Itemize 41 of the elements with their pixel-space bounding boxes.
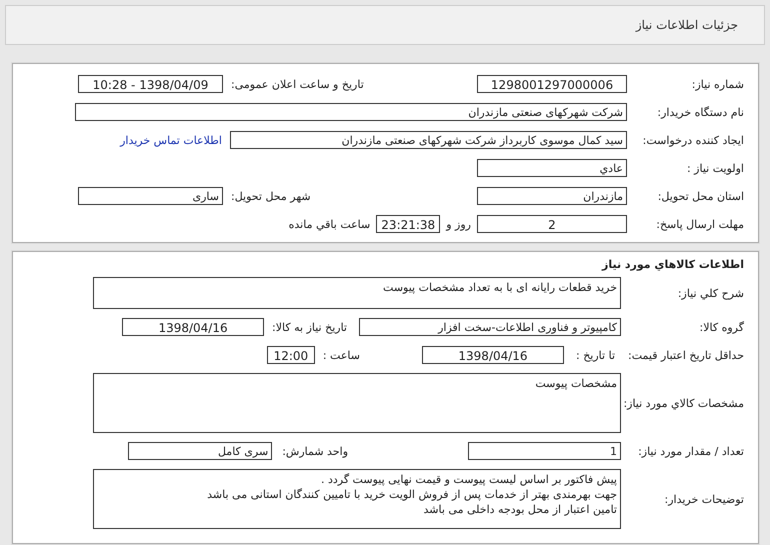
page-title: جزئیات اطلاعات نیاز [636,18,738,32]
priority-field: عادي [477,159,627,177]
description-box: خرید قطعات رایانه ای با به تعداد مشخصات پیوست [93,277,621,309]
need-date-field: 1398/04/16 [122,318,264,336]
section-title: اطلاعات کالاهاي مورد نياز [600,258,745,271]
days-label: روز و [446,218,471,230]
field-label: تعداد / مقدار مورد نیاز: [637,444,745,458]
field-label: تاریخ نیاز به کالا: [272,320,347,334]
time-field: 23:21:38 [376,215,440,233]
unit-field: سری کامل [128,442,272,460]
announce-date-field: 1398/04/09 - 10:28 [78,75,223,93]
requester-field: سید کمال موسوی کاربرداز شرکت شهرکهای صنعتی مازندران [230,131,627,149]
quantity-field: 1 [468,442,621,460]
province-field: مازندران [477,187,627,205]
contact-link[interactable]: اطلاعات تماس خریدار [120,134,222,146]
buyer-org-field: شرکت شهرکهای صنعتی مازندران [75,103,627,121]
field-label: شرح کلي نیاز: [676,286,745,300]
field-label: شماره نیاز: [690,78,745,90]
field-label: مشخصات کالاي مورد نياز: [622,396,745,410]
validity-time-field: 12:00 [266,346,315,364]
validity-date-field: 1398/04/16 [422,346,564,364]
field-label: گروه کالا: [698,320,745,334]
field-label: توضیحات خریدار: [664,492,745,506]
field-label: نام دستگاه خریدار: [656,106,745,118]
field-label: ساعت : [322,348,360,362]
field-label: شهر محل تحویل: [230,190,312,202]
field-label: اولویت نیاز : [686,162,745,174]
field-label: ایجاد کننده درخواست: [642,134,745,146]
field-label: حداقل تاریخ اعتبار قیمت: [627,348,745,362]
goods-group-field: کامپیوتر و فناوری اطلاعات-سخت افزار [359,318,621,336]
need-number-field: 1298001297000006 [477,75,627,93]
field-label: واحد شمارش: [282,444,348,458]
remaining-label: ساعت باقي مانده [288,218,370,230]
specs-box: مشخصات پیوست [93,373,621,433]
field-label: مهلت ارسال پاسخ: [655,218,745,230]
field-label: تاریخ و ساعت اعلان عمومی: [230,78,365,90]
notes-box: پیش فاکتور بر اساس لیست پیوست و قیمت نهایی پیوست گردد . جهت بهرمندی بهتر از خدمات پس از فروش الویت خرید با تامیین کنندگان استانی می باشد تامین اعتبار از محل بودجه داخلی می باشد [93,469,621,529]
days-field: 2 [477,215,627,233]
field-label: تا تاریخ : [576,348,615,362]
city-field: ساری [78,187,223,205]
field-label: استان محل تحویل: [656,190,745,202]
